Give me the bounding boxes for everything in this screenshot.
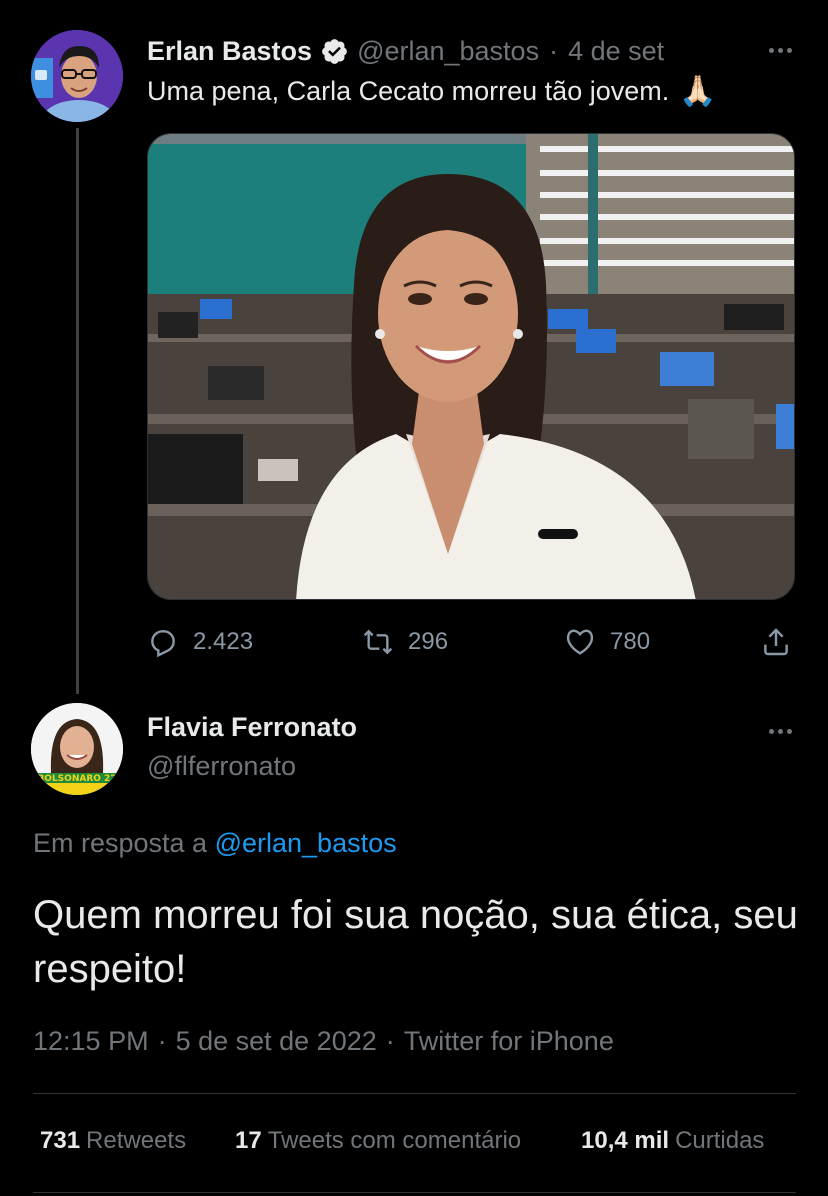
quotes-count: 17 [235,1127,262,1154]
tweet-source[interactable]: Twitter for iPhone [404,1026,614,1056]
separator-dot: · [157,1026,167,1056]
retweets-count: 731 [40,1127,81,1154]
likes-stat[interactable]: 10,4 mil Curtidas [581,1127,764,1155]
likes-label: Curtidas [675,1127,765,1154]
retweet-count: 296 [408,628,449,655]
tweet-header: Erlan Bastos @erlan_bastos · 4 de set [147,33,664,69]
divider [33,1192,796,1193]
tweet-media-image[interactable] [147,133,795,600]
reply-mention-link[interactable]: @erlan_bastos [215,828,397,858]
reply-icon [151,630,175,658]
reply-button[interactable]: 2.423 [147,620,253,664]
separator-dot: · [385,1026,395,1056]
share-icon [764,628,788,656]
avatar-badge-text: BOLSONARO 22 [37,774,116,784]
retweets-label: Retweets [86,1127,187,1154]
avatar-flavia-image: BOLSONARO 22 [31,703,123,795]
like-button[interactable]: 780 [564,620,650,664]
avatar[interactable]: BOLSONARO 22 [31,703,123,795]
reply-count: 2.423 [193,628,254,655]
author-name[interactable]: Flavia Ferronato [147,712,357,743]
praying-hands-emoji: 🙏🏻 [679,75,717,108]
divider [33,1093,796,1094]
avatar-erlan-image [31,30,123,122]
more-options-icon[interactable] [762,35,798,65]
heart-icon [566,629,594,655]
tweet-text: Quem morreu foi sua noção, sua ética, se… [33,893,798,991]
reply-context: Em resposta a @erlan_bastos [33,828,397,859]
separator-dot: · [549,35,559,66]
tweet-metadata: 12:15 PM · 5 de set de 2022 · Twitter for iP… [33,1026,614,1057]
like-count: 780 [610,628,651,655]
tweet-text: Uma pena, Carla Cecato morreu tão jovem.… [147,74,717,109]
reply-prefix: Em resposta a [33,828,208,858]
avatar[interactable] [31,30,123,122]
quotes-label: Tweets com comentário [267,1127,522,1154]
retweets-stat[interactable]: 731 Retweets [40,1127,186,1155]
tweet-date[interactable]: 4 de set [568,36,664,67]
more-options-icon[interactable] [762,716,798,746]
verified-badge-icon [320,37,349,66]
author-handle[interactable]: @erlan_bastos [357,36,539,67]
tweet-time[interactable]: 12:15 PM [33,1026,149,1056]
author-name[interactable]: Erlan Bastos [147,36,312,67]
retweet-button[interactable]: 296 [362,620,448,664]
author-handle[interactable]: @flferronato [147,751,296,782]
thread-connector-line [76,128,79,694]
tweet-text-content: Uma pena, Carla Cecato morreu tão jovem. [147,76,670,106]
quote-tweets-stat[interactable]: 17 Tweets com comentário [235,1127,521,1155]
tweet-date[interactable]: 5 de set de 2022 [176,1026,377,1056]
share-button[interactable] [760,620,792,664]
likes-count: 10,4 mil [581,1127,670,1154]
retweet-icon [363,629,393,655]
newsroom-photo [148,134,794,599]
